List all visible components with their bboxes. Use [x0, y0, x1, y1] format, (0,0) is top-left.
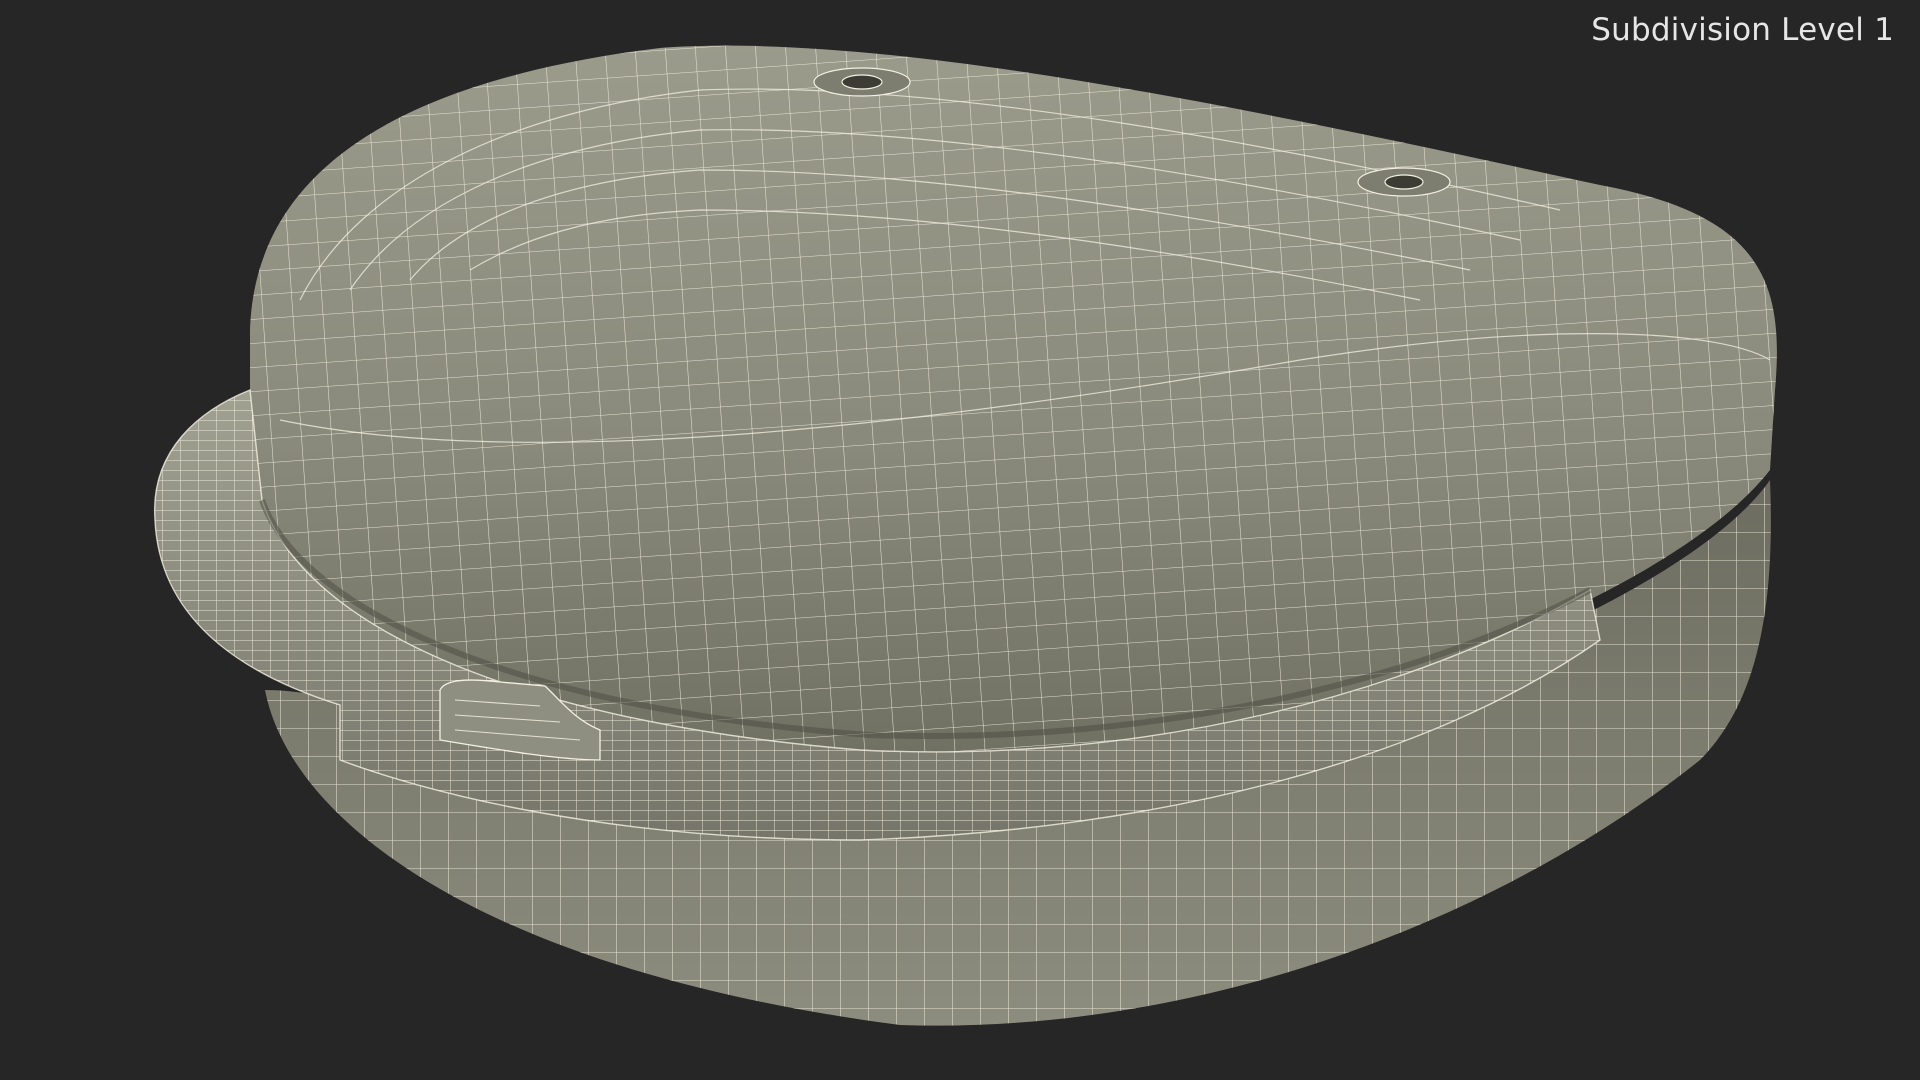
hinge-hole-left [813, 67, 911, 97]
subdivision-level-label: Subdivision Level 1 [1591, 12, 1894, 48]
hinge-hole-right [1357, 167, 1451, 197]
mouthguard-case-model-icon [154, 45, 1777, 1026]
render-viewport: Subdivision Level 1 [0, 0, 1920, 1080]
